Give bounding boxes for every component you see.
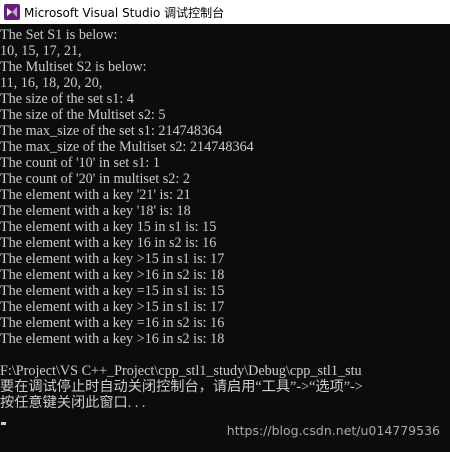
- exe-path-line: F:\Project\VS C++_Project\cpp_stl1_study…: [0, 363, 362, 379]
- console-line: 10, 15, 17, 21,: [0, 43, 82, 59]
- console-line: The element with a key 16 in s2 is: 16: [0, 235, 217, 251]
- console-output[interactable]: The Set S1 is below: 10, 15, 17, 21, The…: [0, 27, 450, 452]
- console-line: The count of '10' in set s1: 1: [0, 155, 160, 171]
- console-line: The element with a key =15 in s1 is: 15: [0, 283, 225, 299]
- console-line: 11, 16, 18, 20, 20,: [0, 75, 103, 91]
- console-line: The size of the Multiset s2: 5: [0, 107, 166, 123]
- title-bar[interactable]: Microsoft Visual Studio 调试控制台: [0, 0, 450, 24]
- console-line: The element with a key 15 in s1 is: 15: [0, 219, 217, 235]
- console-line: The element with a key >15 in s1 is: 17: [0, 251, 225, 267]
- console-line: The count of '20' in multiset s2: 2: [0, 171, 190, 187]
- console-line: The element with a key >16 in s2 is: 18: [0, 267, 225, 283]
- console-line: The Set S1 is below:: [0, 27, 118, 43]
- console-line: The element with a key '21' is: 21: [0, 187, 191, 203]
- window-title: Microsoft Visual Studio 调试控制台: [24, 5, 225, 20]
- auto-close-hint-line: 要在调试停止时自动关闭控制台，请启用“工具”->“选项”->: [0, 379, 363, 395]
- console-line: The max_size of the set s1: 214748364: [0, 123, 223, 139]
- text-cursor: [1, 422, 6, 425]
- press-any-key-line: 按任意键关闭此窗口. . .: [0, 395, 146, 411]
- watermark: https://blog.csdn.net/u014779536: [226, 423, 440, 438]
- console-line: The size of the set s1: 4: [0, 91, 134, 107]
- console-line: The max_size of the Multiset s2: 2147483…: [0, 139, 254, 155]
- visual-studio-icon: [4, 4, 20, 20]
- console-line: The Multiset S2 is below:: [0, 59, 147, 75]
- console-line: The element with a key '18' is: 18: [0, 203, 191, 219]
- console-window: Microsoft Visual Studio 调试控制台 The Set S1…: [0, 0, 450, 452]
- console-line: The element with a key >16 in s2 is: 18: [0, 331, 225, 347]
- console-line: The element with a key >15 in s1 is: 17: [0, 299, 225, 315]
- console-line: The element with a key =16 in s2 is: 16: [0, 315, 225, 331]
